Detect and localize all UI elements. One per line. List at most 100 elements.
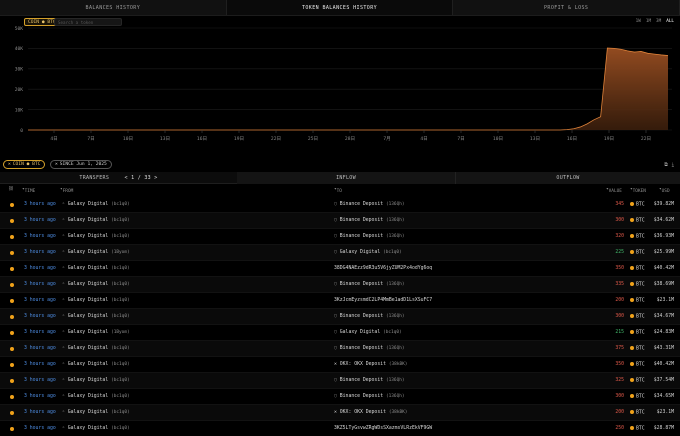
token-cell[interactable]: BTC bbox=[630, 378, 645, 384]
from-entity[interactable]: ◦ Galaxy Digital (bc1q0) bbox=[62, 426, 130, 431]
from-column-header[interactable]: ▾ FROM bbox=[60, 187, 73, 194]
tab-balances-history[interactable]: BALANCES HISTORY bbox=[0, 0, 227, 15]
tab-profit-loss[interactable]: PROFIT & LOSS bbox=[453, 0, 680, 15]
token-cell[interactable]: BTC bbox=[630, 362, 645, 368]
coin-filter-pill[interactable]: ✕ COIN ● BTC bbox=[3, 160, 46, 169]
to-entity[interactable]: ◌ Galaxy Digital (bc1q0) bbox=[334, 330, 402, 335]
table-row[interactable]: 3 hours ago ◦ Galaxy Digital (bc1q0) ✕ OKX… bbox=[0, 405, 680, 421]
tab-token-balances-history[interactable]: TOKEN BALANCES HISTORY bbox=[226, 0, 454, 15]
table-row[interactable]: 3 hours ago ◦ Galaxy Digital (bc1q0) ◌ Bin… bbox=[0, 229, 680, 245]
link-icon[interactable]: ⛓ bbox=[8, 187, 14, 192]
token-cell[interactable]: BTC bbox=[630, 410, 645, 416]
table-row[interactable]: 3 hours ago ◦ Galaxy Digital (bc1q0) 3KzJc… bbox=[0, 293, 680, 309]
inflow-tab[interactable]: INFLOW bbox=[237, 172, 455, 184]
token-cell[interactable]: BTC bbox=[630, 298, 645, 304]
from-entity[interactable]: ◦ Galaxy Digital (bc1q0) bbox=[62, 298, 130, 303]
to-entity[interactable]: ◌ Binance Deposit (136Qh) bbox=[334, 314, 405, 319]
table-row[interactable]: 3 hours ago ◦ Galaxy Digital (bc1q0) ◌ Bin… bbox=[0, 213, 680, 229]
to-entity[interactable]: 3KzJcmEyzsmdC2LP4MmBe1adD1LsXSuFC7 bbox=[334, 298, 432, 303]
from-entity[interactable]: ◦ Galaxy Digital (bc1q0) bbox=[62, 282, 130, 287]
time-link[interactable]: 3 hours ago bbox=[24, 330, 56, 335]
close-icon[interactable]: ✕ bbox=[8, 162, 11, 167]
to-entity[interactable]: ◌ Binance Deposit (136Qh) bbox=[334, 234, 405, 239]
time-link[interactable]: 3 hours ago bbox=[24, 250, 56, 255]
time-link[interactable]: 3 hours ago bbox=[24, 282, 56, 287]
table-row[interactable]: 3 hours ago ◦ Galaxy Digital (bc1q0) ◌ Bin… bbox=[0, 341, 680, 357]
token-cell[interactable]: BTC bbox=[630, 314, 645, 320]
close-icon[interactable]: ✕ bbox=[55, 162, 58, 167]
to-entity[interactable]: 38DG4NAEzz9dR3u5V6jyZUM2Px4odYg6oq bbox=[334, 266, 432, 271]
range-1w-button[interactable]: 1W bbox=[636, 19, 641, 24]
time-link[interactable]: 3 hours ago bbox=[24, 410, 56, 415]
to-entity[interactable]: ◌ Binance Deposit (136Qh) bbox=[334, 394, 405, 399]
time-link[interactable]: 3 hours ago bbox=[24, 378, 56, 383]
from-entity[interactable]: ◦ Galaxy Digital (bc1q0) bbox=[62, 218, 130, 223]
from-entity[interactable]: ◦ Galaxy Digital (bc1q0) bbox=[62, 314, 130, 319]
to-entity[interactable]: ◌ Galaxy Digital (bc1q0) bbox=[334, 250, 402, 255]
from-entity[interactable]: ◦ Galaxy Digital (bc1q0) bbox=[62, 202, 130, 207]
outflow-tab[interactable]: OUTFLOW bbox=[455, 172, 680, 184]
time-link[interactable]: 3 hours ago bbox=[24, 362, 56, 367]
download-icon[interactable]: ⤓ bbox=[672, 162, 674, 168]
table-row[interactable]: 3 hours ago ◦ Galaxy Digital (1Byom) ◌ Gal… bbox=[0, 325, 680, 341]
time-link[interactable]: 3 hours ago bbox=[24, 298, 56, 303]
since-filter-pill[interactable]: ✕ SINCE Jun 1, 2025 bbox=[50, 160, 112, 169]
to-entity[interactable]: ◌ Binance Deposit (136Qh) bbox=[334, 378, 405, 383]
time-link[interactable]: 3 hours ago bbox=[24, 314, 56, 319]
to-entity[interactable]: 3KZ5LTyGsvwZRgWDsSXazmsVLRzEkVF9GW bbox=[334, 426, 432, 431]
to-entity[interactable]: ✕ OKX: OKX Deposit (38kBK) bbox=[334, 362, 407, 367]
token-cell[interactable]: BTC bbox=[630, 218, 645, 224]
from-entity[interactable]: ◦ Galaxy Digital (bc1q0) bbox=[62, 234, 130, 239]
time-link[interactable]: 3 hours ago bbox=[24, 202, 56, 207]
token-cell[interactable]: BTC bbox=[630, 426, 645, 432]
table-row[interactable]: 3 hours ago ◦ Galaxy Digital (bc1q0) ◌ Bin… bbox=[0, 197, 680, 213]
table-row[interactable]: 3 hours ago ◦ Galaxy Digital (bc1q0) 3KZ5L… bbox=[0, 421, 680, 436]
to-entity[interactable]: ◌ Binance Deposit (136Qh) bbox=[334, 282, 405, 287]
token-cell[interactable]: BTC bbox=[630, 330, 645, 336]
to-entity[interactable]: ◌ Binance Deposit (136Qh) bbox=[334, 202, 405, 207]
value-cell: 345 bbox=[615, 202, 624, 207]
table-row[interactable]: 3 hours ago ◦ Galaxy Digital (bc1q0) ◌ Bin… bbox=[0, 277, 680, 293]
token-cell[interactable]: BTC bbox=[630, 346, 645, 352]
token-cell[interactable]: BTC bbox=[630, 202, 645, 208]
to-entity[interactable]: ✕ OKX: OKX Deposit (38kBK) bbox=[334, 410, 407, 415]
range-1m-button[interactable]: 1M bbox=[646, 19, 651, 24]
from-entity[interactable]: ◦ Galaxy Digital (1Byom) bbox=[62, 250, 130, 255]
from-entity[interactable]: ◦ Galaxy Digital (bc1q0) bbox=[62, 378, 130, 383]
token-search-input[interactable]: Search a token bbox=[54, 18, 122, 26]
time-link[interactable]: 3 hours ago bbox=[24, 266, 56, 271]
table-row[interactable]: 3 hours ago ◦ Galaxy Digital (1Byom) ◌ Gal… bbox=[0, 245, 680, 261]
from-entity[interactable]: ◦ Galaxy Digital (bc1q0) bbox=[62, 394, 130, 399]
pagination[interactable]: < 1 / 33 > bbox=[125, 175, 158, 181]
value-column-header[interactable]: ▾ VALUE bbox=[606, 187, 622, 194]
time-link[interactable]: 3 hours ago bbox=[24, 346, 56, 351]
token-cell[interactable]: BTC bbox=[630, 266, 645, 272]
from-entity[interactable]: ◦ Galaxy Digital (1Byom) bbox=[62, 330, 130, 335]
time-column-header[interactable]: ▾ TIME bbox=[22, 187, 35, 194]
time-link[interactable]: 3 hours ago bbox=[24, 426, 56, 431]
token-column-header[interactable]: ▾ TOKEN bbox=[630, 187, 646, 194]
table-row[interactable]: 3 hours ago ◦ Galaxy Digital (bc1q0) ◌ Bin… bbox=[0, 373, 680, 389]
time-link[interactable]: 3 hours ago bbox=[24, 394, 56, 399]
from-entity[interactable]: ◦ Galaxy Digital (bc1q0) bbox=[62, 266, 130, 271]
token-cell[interactable]: BTC bbox=[630, 394, 645, 400]
token-cell[interactable]: BTC bbox=[630, 234, 645, 240]
from-entity[interactable]: ◦ Galaxy Digital (bc1q0) bbox=[62, 410, 130, 415]
to-entity[interactable]: ◌ Binance Deposit (136Qh) bbox=[334, 218, 405, 223]
table-row[interactable]: 3 hours ago ◦ Galaxy Digital (bc1q0) ✕ OKX… bbox=[0, 357, 680, 373]
table-row[interactable]: 3 hours ago ◦ Galaxy Digital (bc1q0) ◌ Bin… bbox=[0, 389, 680, 405]
token-cell[interactable]: BTC bbox=[630, 282, 645, 288]
time-link[interactable]: 3 hours ago bbox=[24, 234, 56, 239]
table-row[interactable]: 3 hours ago ◦ Galaxy Digital (bc1q0) 38DG4… bbox=[0, 261, 680, 277]
usd-column-header[interactable]: ▾ USD bbox=[659, 187, 670, 194]
table-row[interactable]: 3 hours ago ◦ Galaxy Digital (bc1q0) ◌ Bin… bbox=[0, 309, 680, 325]
token-cell[interactable]: BTC bbox=[630, 250, 645, 256]
range-all-button[interactable]: ALL bbox=[666, 19, 674, 24]
time-link[interactable]: 3 hours ago bbox=[24, 218, 56, 223]
range-3m-button[interactable]: 3M bbox=[656, 19, 661, 24]
from-entity[interactable]: ◦ Galaxy Digital (bc1q0) bbox=[62, 346, 130, 351]
from-entity[interactable]: ◦ Galaxy Digital (bc1q0) bbox=[62, 362, 130, 367]
to-column-header[interactable]: ▾ TO bbox=[334, 187, 342, 194]
to-entity[interactable]: ◌ Binance Deposit (136Qh) bbox=[334, 346, 405, 351]
copy-icon[interactable]: ⧉ bbox=[664, 162, 668, 168]
